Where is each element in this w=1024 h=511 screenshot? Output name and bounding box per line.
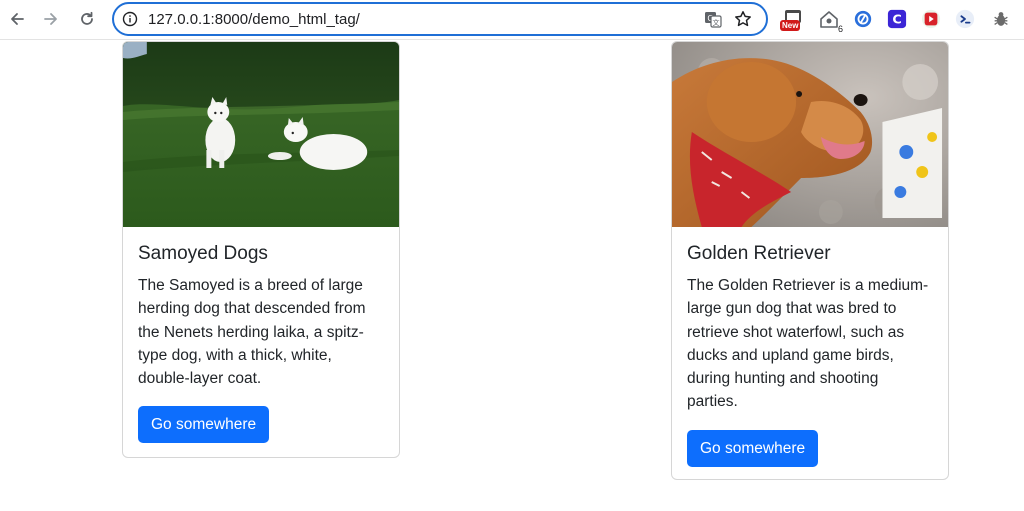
reload-icon xyxy=(81,11,93,25)
new-badge-extension[interactable]: New xyxy=(780,8,804,31)
browser-toolbar: 127.0.0.1:8000/demo_html_tag/ G 文 New 6 xyxy=(0,0,1024,40)
c-letter-icon: C xyxy=(887,9,907,29)
golden-retriever-photo xyxy=(672,42,948,227)
play-icon xyxy=(921,9,941,29)
forward-arrow-icon xyxy=(44,13,57,25)
card-text: The Samoyed is a breed of large herding … xyxy=(138,277,366,388)
blue-globe-icon xyxy=(854,10,872,28)
back-arrow-icon xyxy=(11,13,24,25)
translate-icon[interactable]: G 文 xyxy=(704,10,722,28)
blue-circle-extension[interactable] xyxy=(852,8,874,30)
card-text: The Golden Retriever is a medium-large g… xyxy=(687,277,929,411)
go-somewhere-button[interactable]: Go somewhere xyxy=(138,406,270,444)
card-title: Golden Retriever xyxy=(687,243,831,264)
svg-text:C: C xyxy=(892,12,901,27)
terminal-extension[interactable] xyxy=(954,8,976,30)
red-play-extension[interactable] xyxy=(920,8,942,30)
samoyed-photo xyxy=(123,42,399,227)
new-badge: New xyxy=(780,20,801,31)
home-icon xyxy=(820,11,838,28)
card-samoyed: Samoyed Dogs The Samoyed is a breed of l… xyxy=(122,41,400,458)
card-golden-retriever: Golden Retriever The Golden Retriever is… xyxy=(671,41,949,480)
card-body: Golden Retriever The Golden Retriever is… xyxy=(672,227,948,467)
home-counter-extension[interactable]: 6 xyxy=(818,8,843,34)
bug-icon xyxy=(994,12,1008,26)
forward-button[interactable] xyxy=(38,6,64,32)
site-info-icon[interactable] xyxy=(122,11,138,27)
extension-count: 6 xyxy=(837,24,843,34)
card-title: Samoyed Dogs xyxy=(138,243,268,264)
back-button[interactable] xyxy=(4,6,30,32)
bookmark-star-icon[interactable] xyxy=(734,10,752,28)
c-extension[interactable]: C xyxy=(886,8,908,30)
address-bar[interactable]: 127.0.0.1:8000/demo_html_tag/ G 文 xyxy=(112,2,768,36)
svg-text:文: 文 xyxy=(713,18,720,27)
bug-extension[interactable] xyxy=(990,8,1012,30)
url-text[interactable]: 127.0.0.1:8000/demo_html_tag/ xyxy=(148,11,360,28)
terminal-icon xyxy=(955,9,975,29)
go-somewhere-button[interactable]: Go somewhere xyxy=(687,429,819,467)
reload-button[interactable] xyxy=(74,6,100,32)
card-body: Samoyed Dogs The Samoyed is a breed of l… xyxy=(123,227,399,444)
